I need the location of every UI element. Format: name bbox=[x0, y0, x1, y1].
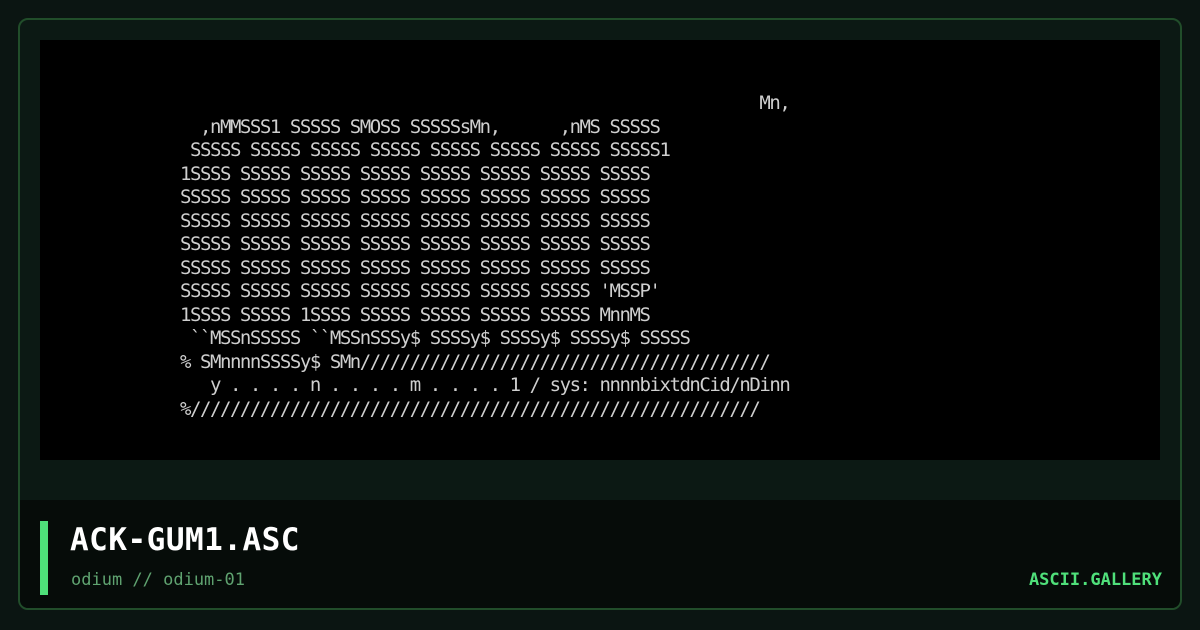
ascii-art-line: %///////////////////////////////////////… bbox=[180, 397, 761, 420]
ascii-art-line: SSSSS SSSSS SSSSS SSSSS SSSSS SSSSS SSSS… bbox=[180, 186, 651, 208]
artwork-subtitle: odium // odium-01 bbox=[71, 570, 245, 590]
ascii-art-line: ``MSSnSSSSS ``MSSnSSSy$ SSSSy$ SSSSy$ SS… bbox=[180, 327, 691, 349]
ascii-art-line: ,nMMSSS1 SSSSS SMOSS SSSSSsMn, ,nMS SSSS… bbox=[180, 115, 661, 138]
ascii-art-line: SSSSS SSSSS SSSSS SSSSS SSSSS SSSSS SSSS… bbox=[180, 139, 671, 161]
ascii-art: Mn, ,nMMSSS1 SSSSS SMOSS SSSSSsMn, ,nMS … bbox=[180, 92, 791, 421]
site-brand[interactable]: ASCII.GALLERY bbox=[1029, 570, 1162, 590]
card-footer: ACK-GUM1.ASC odium // odium-01 ASCII.GAL… bbox=[20, 500, 1180, 608]
ascii-art-line: y . . . . n . . . . m . . . . 1 / sys: n… bbox=[180, 374, 791, 396]
artwork-title: ACK-GUM1.ASC bbox=[70, 522, 300, 558]
ascii-art-line: 1SSSS SSSSS 1SSSS SSSSS SSSSS SSSSS SSSS… bbox=[180, 303, 651, 326]
ascii-art-line: SSSSS SSSSS SSSSS SSSSS SSSSS SSSSS SSSS… bbox=[180, 209, 651, 232]
accent-bar bbox=[40, 521, 48, 595]
ascii-art-line: 1SSSS SSSSS SSSSS SSSSS SSSSS SSSSS SSSS… bbox=[180, 162, 651, 185]
ascii-art-line: SSSSS SSSSS SSSSS SSSSS SSSSS SSSSS SSSS… bbox=[180, 233, 651, 255]
ascii-art-line: SSSSS SSSSS SSSSS SSSSS SSSSS SSSSS SSSS… bbox=[180, 256, 651, 279]
ascii-art-line: SSSSS SSSSS SSSSS SSSSS SSSSS SSSSS SSSS… bbox=[180, 280, 661, 302]
ascii-art-line: % SMnnnnSSSSy$ SMn//////////////////////… bbox=[180, 350, 771, 373]
ascii-art-panel: Mn, ,nMMSSS1 SSSSS SMOSS SSSSSsMn, ,nMS … bbox=[40, 40, 1160, 460]
ascii-art-line: Mn, bbox=[180, 92, 790, 114]
gallery-card: Mn, ,nMMSSS1 SSSSS SMOSS SSSSSsMn, ,nMS … bbox=[18, 18, 1182, 610]
